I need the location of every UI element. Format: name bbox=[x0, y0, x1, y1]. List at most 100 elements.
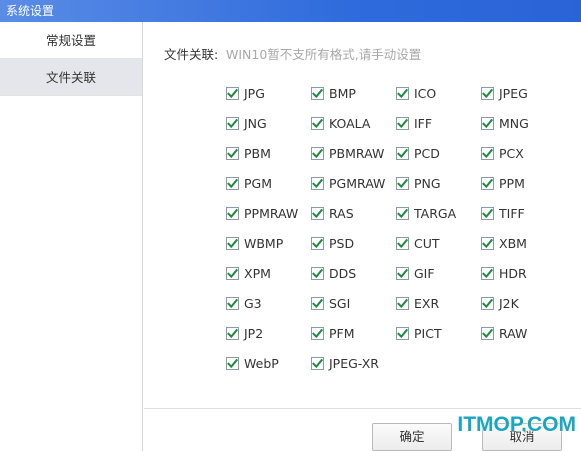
format-option-pbm[interactable]: PBM bbox=[226, 138, 311, 168]
format-option-jng[interactable]: JNG bbox=[226, 108, 311, 138]
format-option-png[interactable]: PNG bbox=[396, 168, 481, 198]
format-checkbox[interactable] bbox=[396, 236, 409, 250]
sidebar-item-general[interactable]: 常规设置 bbox=[0, 22, 142, 59]
checkmark-icon bbox=[312, 238, 323, 248]
format-option-gif[interactable]: GIF bbox=[396, 258, 481, 288]
format-checkbox[interactable] bbox=[481, 236, 494, 250]
format-checkbox[interactable] bbox=[311, 236, 324, 250]
checkmark-icon bbox=[312, 88, 323, 98]
sidebar-item-file-association[interactable]: 文件关联 bbox=[0, 59, 142, 96]
format-option-targa[interactable]: TARGA bbox=[396, 198, 481, 228]
format-option-pcd[interactable]: PCD bbox=[396, 138, 481, 168]
checkmark-icon bbox=[397, 178, 408, 188]
format-checkbox[interactable] bbox=[226, 266, 239, 280]
format-checkbox[interactable] bbox=[481, 206, 494, 220]
format-checkbox[interactable] bbox=[481, 266, 494, 280]
format-option-bmp[interactable]: BMP bbox=[311, 78, 396, 108]
format-checkbox[interactable] bbox=[226, 146, 239, 160]
format-checkbox[interactable] bbox=[396, 146, 409, 160]
format-option-psd[interactable]: PSD bbox=[311, 228, 396, 258]
format-label: JP2 bbox=[244, 325, 264, 341]
format-label: CUT bbox=[414, 235, 440, 251]
format-label: PNG bbox=[414, 175, 441, 191]
format-checkbox[interactable] bbox=[396, 206, 409, 220]
format-option-jpg[interactable]: JPG bbox=[226, 78, 311, 108]
format-option-ppm[interactable]: PPM bbox=[481, 168, 566, 198]
format-checkbox[interactable] bbox=[226, 206, 239, 220]
ok-button[interactable]: 确定 bbox=[372, 423, 452, 451]
format-checkbox[interactable] bbox=[311, 86, 324, 100]
format-option-ico[interactable]: ICO bbox=[396, 78, 481, 108]
format-checkbox[interactable] bbox=[481, 146, 494, 160]
format-checkbox[interactable] bbox=[226, 236, 239, 250]
format-checkbox[interactable] bbox=[481, 326, 494, 340]
format-checkbox[interactable] bbox=[396, 326, 409, 340]
format-option-j2k[interactable]: J2K bbox=[481, 288, 566, 318]
format-option-raw[interactable]: RAW bbox=[481, 318, 566, 348]
format-checkbox[interactable] bbox=[226, 86, 239, 100]
format-option-tiff[interactable]: TIFF bbox=[481, 198, 566, 228]
format-label: RAS bbox=[329, 205, 354, 221]
format-option-pgm[interactable]: PGM bbox=[226, 168, 311, 198]
format-checkbox[interactable] bbox=[396, 266, 409, 280]
format-label: JPG bbox=[244, 85, 265, 101]
format-option-hdr[interactable]: HDR bbox=[481, 258, 566, 288]
format-option-webp[interactable]: WebP bbox=[226, 348, 311, 378]
format-option-iff[interactable]: IFF bbox=[396, 108, 481, 138]
format-label: J2K bbox=[499, 295, 519, 311]
format-option-jp2[interactable]: JP2 bbox=[226, 318, 311, 348]
format-checkbox[interactable] bbox=[226, 356, 239, 370]
checkmark-icon bbox=[312, 118, 323, 128]
format-checkbox[interactable] bbox=[226, 176, 239, 190]
format-option-pict[interactable]: PICT bbox=[396, 318, 481, 348]
checkmark-icon bbox=[482, 328, 493, 338]
format-checkbox[interactable] bbox=[311, 326, 324, 340]
format-checkbox[interactable] bbox=[226, 116, 239, 130]
checkmark-icon bbox=[227, 268, 238, 278]
checkmark-icon bbox=[397, 118, 408, 128]
format-option-jpeg[interactable]: JPEG bbox=[481, 78, 566, 108]
format-option-mng[interactable]: MNG bbox=[481, 108, 566, 138]
format-label: WebP bbox=[244, 355, 279, 371]
format-checkbox[interactable] bbox=[226, 296, 239, 310]
format-checkbox[interactable] bbox=[311, 176, 324, 190]
format-checkbox[interactable] bbox=[311, 266, 324, 280]
format-option-koala[interactable]: KOALA bbox=[311, 108, 396, 138]
format-option-pcx[interactable]: PCX bbox=[481, 138, 566, 168]
format-label: PICT bbox=[414, 325, 442, 341]
format-checkbox[interactable] bbox=[396, 86, 409, 100]
checkmark-icon bbox=[227, 238, 238, 248]
format-option-g3[interactable]: G3 bbox=[226, 288, 311, 318]
format-option-wbmp[interactable]: WBMP bbox=[226, 228, 311, 258]
checkmark-icon bbox=[312, 298, 323, 308]
format-option-xpm[interactable]: XPM bbox=[226, 258, 311, 288]
format-option-jpeg-xr[interactable]: JPEG-XR bbox=[311, 348, 396, 378]
format-option-dds[interactable]: DDS bbox=[311, 258, 396, 288]
format-option-cut[interactable]: CUT bbox=[396, 228, 481, 258]
format-option-pfm[interactable]: PFM bbox=[311, 318, 396, 348]
format-option-sgi[interactable]: SGI bbox=[311, 288, 396, 318]
format-option-exr[interactable]: EXR bbox=[396, 288, 481, 318]
checkmark-icon bbox=[482, 148, 493, 158]
format-checkbox[interactable] bbox=[481, 86, 494, 100]
format-option-pgmraw[interactable]: PGMRAW bbox=[311, 168, 396, 198]
format-option-ppmraw[interactable]: PPMRAW bbox=[226, 198, 311, 228]
format-checkbox[interactable] bbox=[396, 176, 409, 190]
format-checkbox[interactable] bbox=[396, 116, 409, 130]
format-checkbox[interactable] bbox=[311, 206, 324, 220]
format-checkbox[interactable] bbox=[311, 116, 324, 130]
checkmark-icon bbox=[397, 88, 408, 98]
format-checkbox[interactable] bbox=[311, 296, 324, 310]
format-checkbox[interactable] bbox=[311, 356, 324, 370]
format-option-xbm[interactable]: XBM bbox=[481, 228, 566, 258]
format-label: XBM bbox=[499, 235, 527, 251]
format-checkbox[interactable] bbox=[481, 296, 494, 310]
format-checkbox[interactable] bbox=[226, 326, 239, 340]
format-option-pbmraw[interactable]: PBMRAW bbox=[311, 138, 396, 168]
format-checkbox[interactable] bbox=[481, 116, 494, 130]
format-checkbox[interactable] bbox=[396, 296, 409, 310]
format-label: JNG bbox=[244, 115, 267, 131]
format-checkbox[interactable] bbox=[311, 146, 324, 160]
format-option-ras[interactable]: RAS bbox=[311, 198, 396, 228]
format-checkbox[interactable] bbox=[481, 176, 494, 190]
